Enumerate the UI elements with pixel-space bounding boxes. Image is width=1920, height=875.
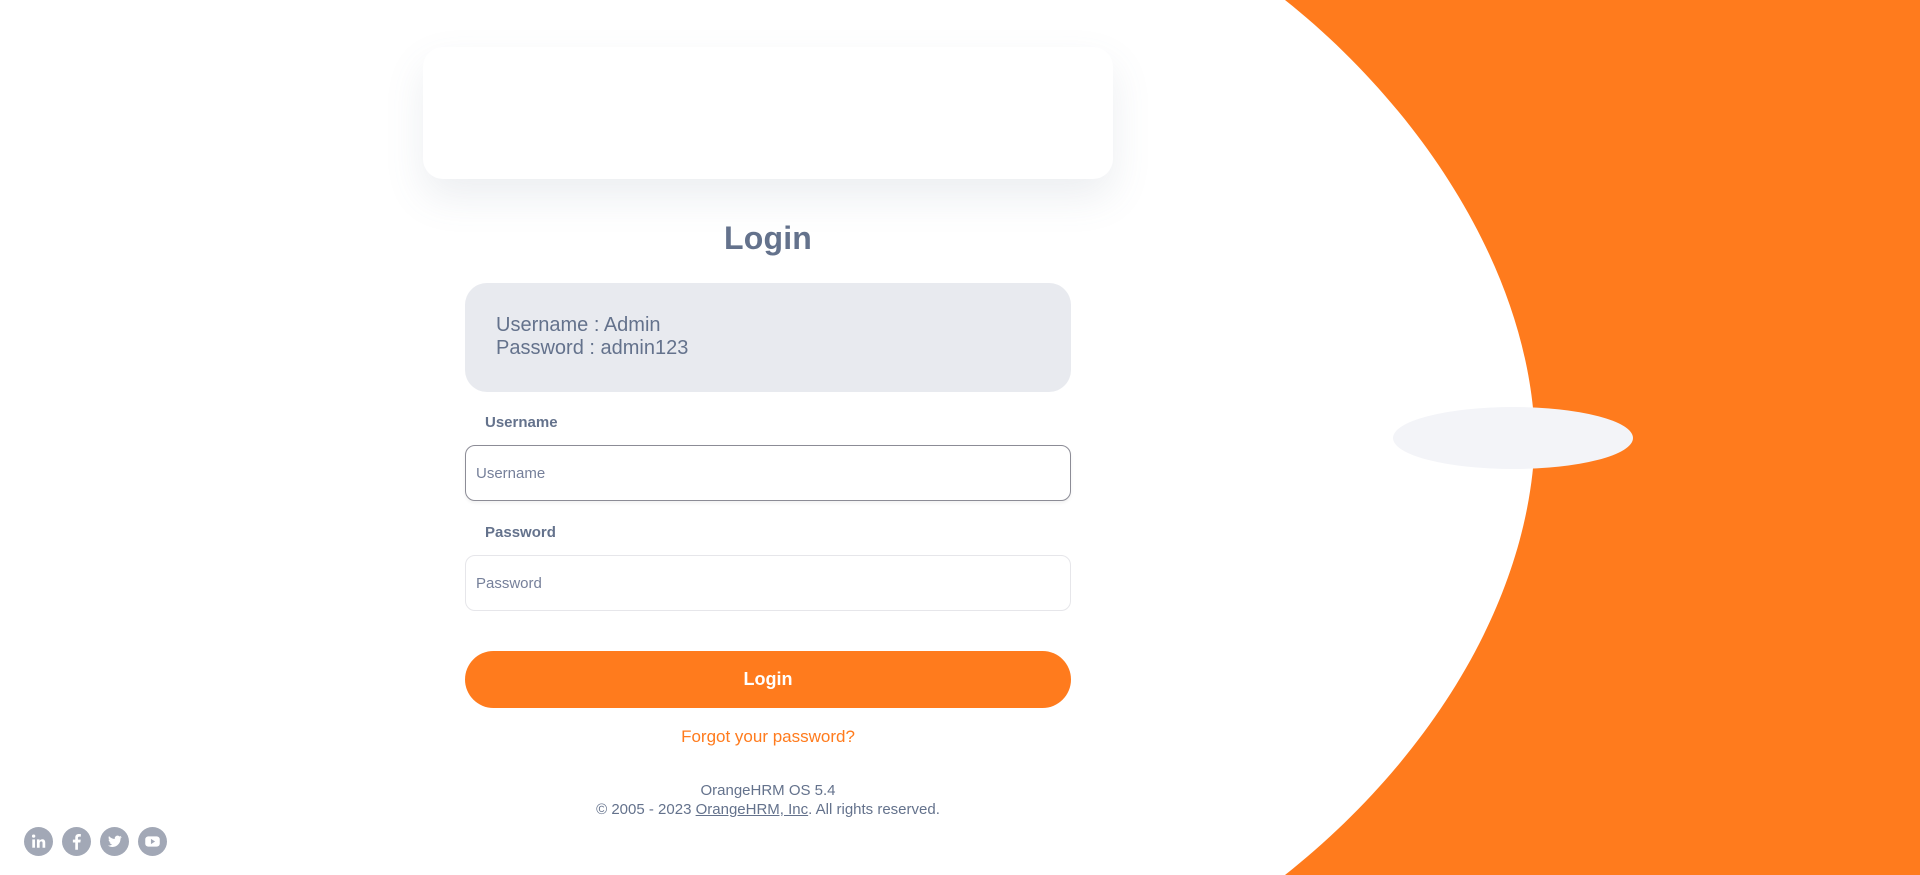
logo-card (423, 47, 1113, 179)
version-text: OrangeHRM OS 5.4 (700, 782, 836, 799)
twitter-icon[interactable] (100, 827, 129, 856)
username-label: Username (485, 414, 558, 431)
login-button[interactable]: Login (465, 651, 1071, 708)
orangehrm-link[interactable]: OrangeHRM, Inc (696, 801, 809, 818)
footer: OrangeHRM OS 5.4 © 2005 - 2023 OrangeHRM… (0, 781, 1536, 819)
password-input[interactable] (465, 555, 1071, 611)
login-page: Login Username : Admin Password : admin1… (0, 0, 1920, 875)
demo-username-text: Username : Admin (496, 314, 661, 336)
password-label: Password (485, 524, 556, 541)
page-title: Login (723, 220, 813, 256)
forgot-password-link[interactable]: Forgot your password? (0, 727, 1536, 747)
copyright-prefix: © 2005 - 2023 (596, 801, 696, 818)
linkedin-icon[interactable] (24, 827, 53, 856)
social-links (24, 827, 167, 856)
demo-password-text: Password : admin123 (496, 337, 689, 359)
copyright-suffix: . All rights reserved. (808, 801, 940, 818)
decorative-ellipse (1393, 407, 1633, 469)
demo-credentials-box: Username : Admin Password : admin123 (465, 283, 1071, 392)
youtube-icon[interactable] (138, 827, 167, 856)
username-input[interactable] (465, 445, 1071, 501)
facebook-icon[interactable] (62, 827, 91, 856)
copyright-text: © 2005 - 2023 OrangeHRM, Inc. All rights… (0, 800, 1536, 819)
